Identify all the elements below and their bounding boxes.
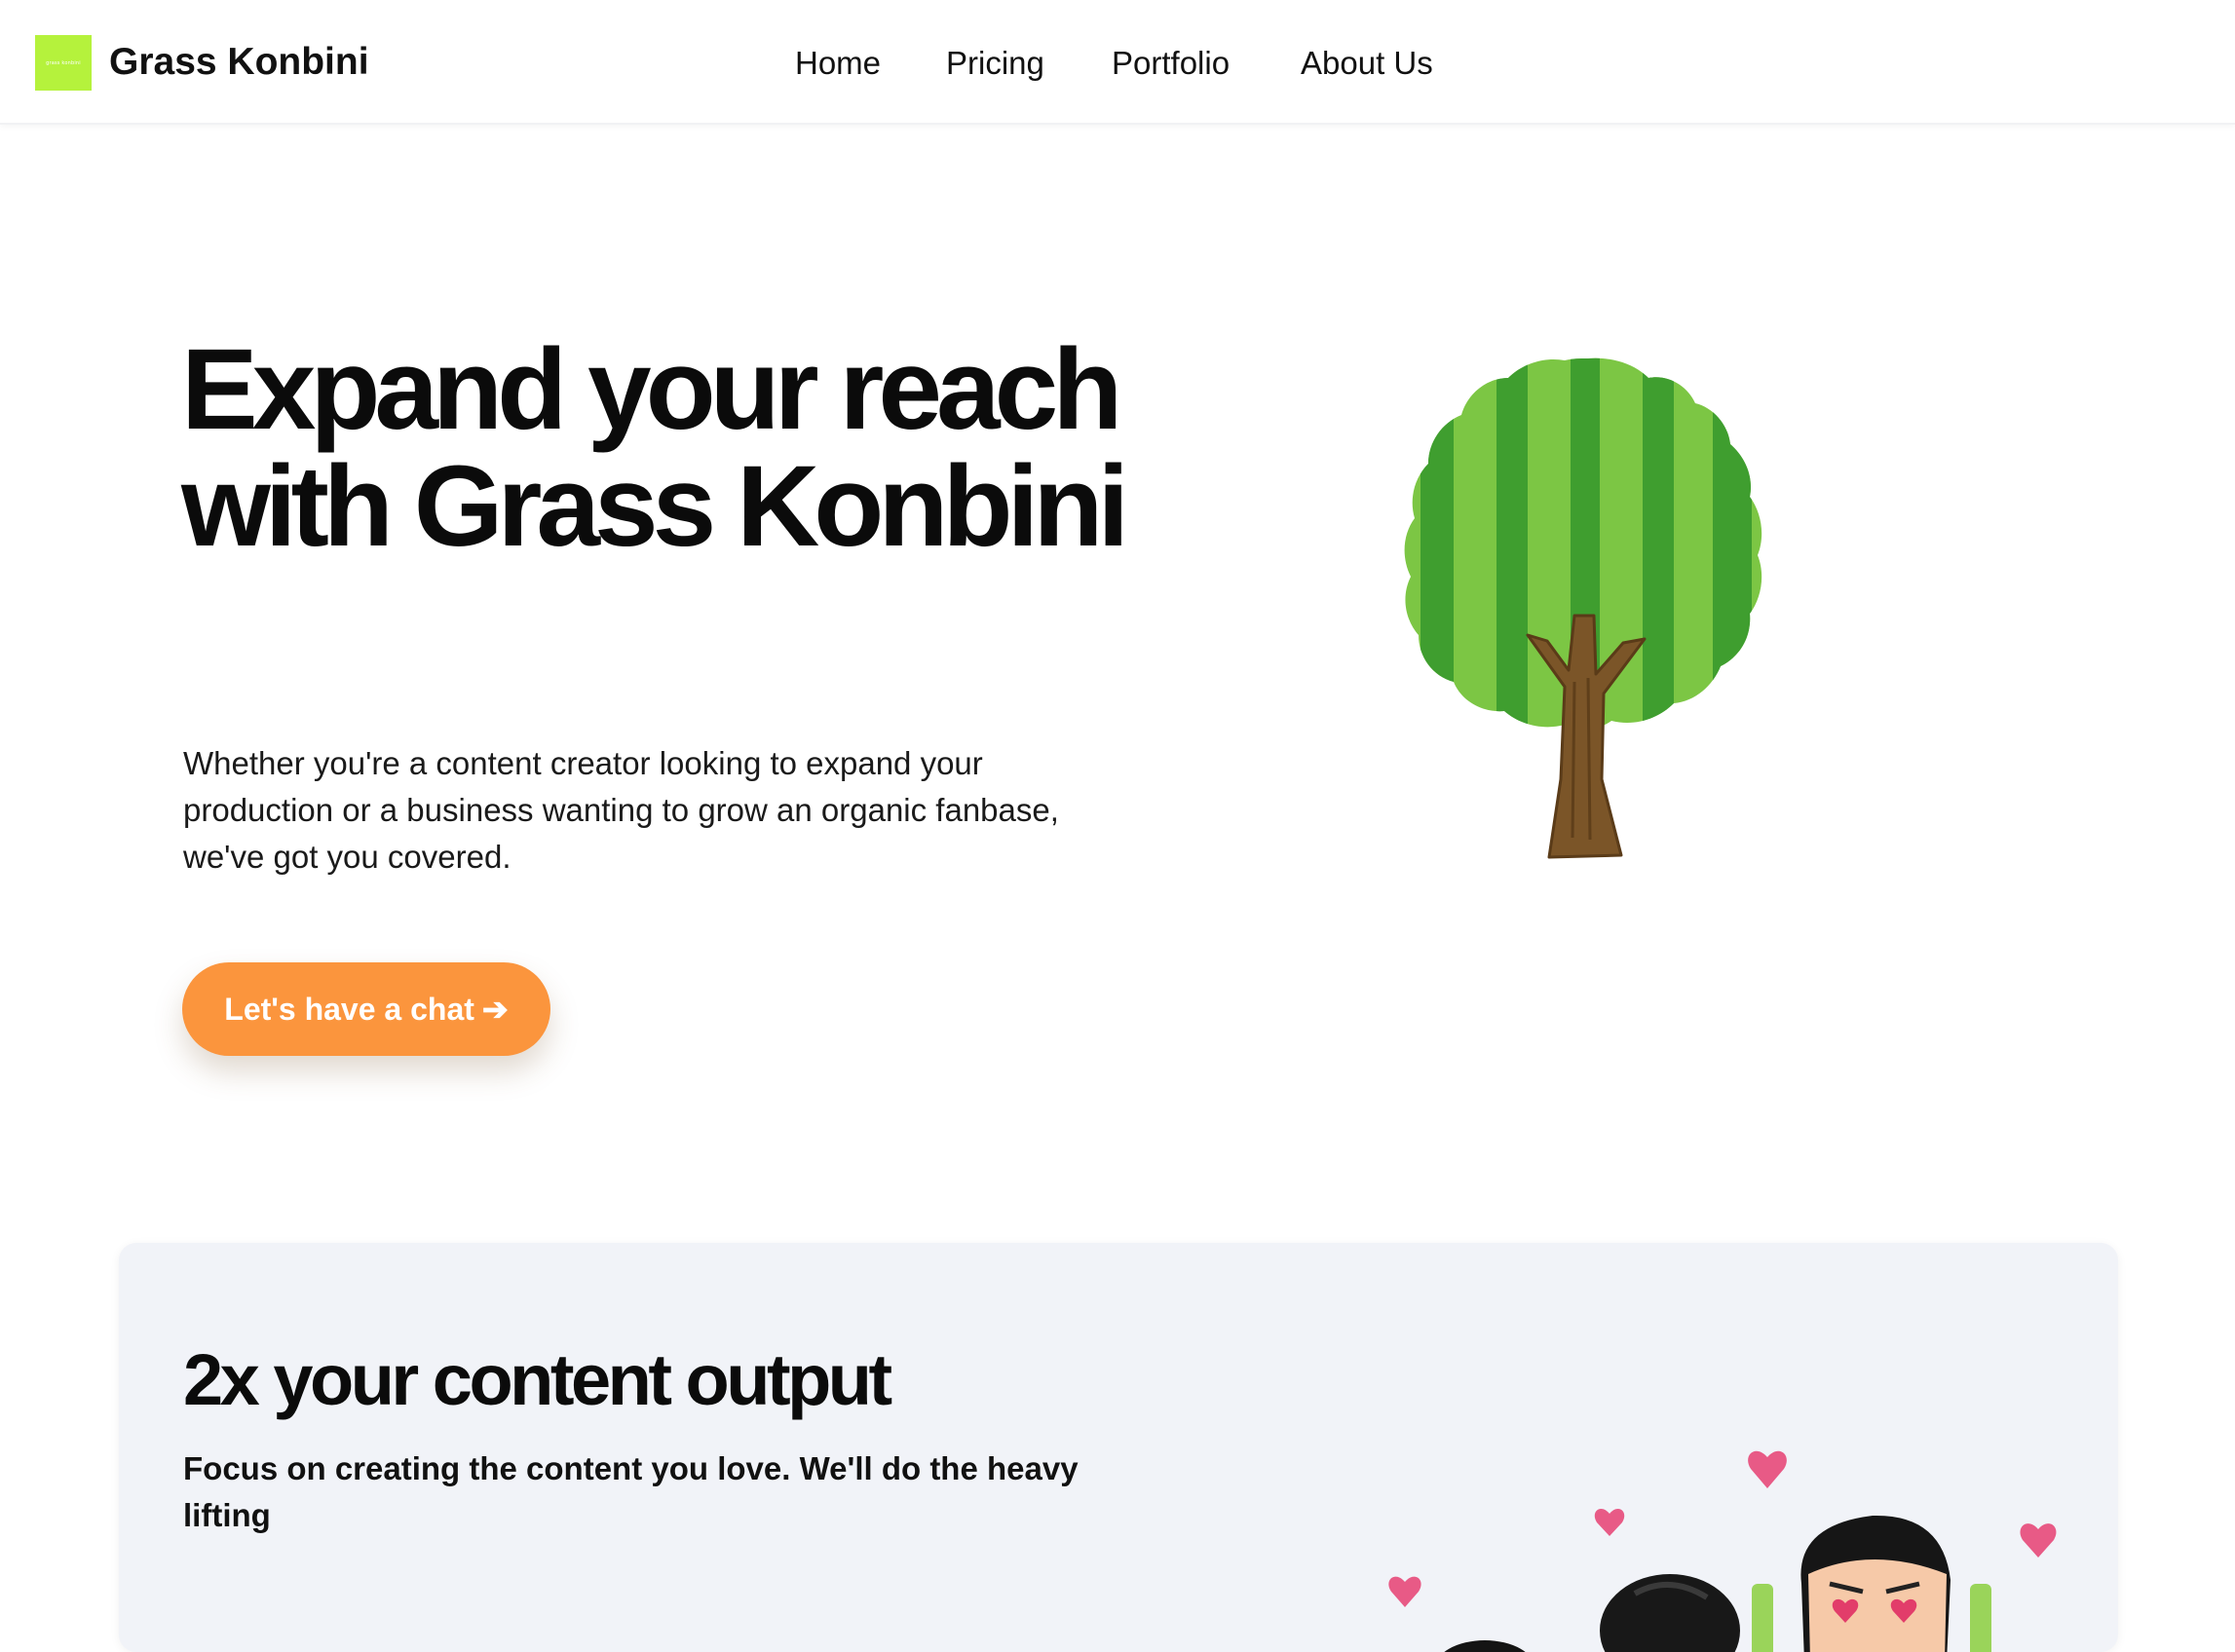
heart-icon [2020,1523,2057,1558]
logo[interactable]: grass konbini [35,35,92,91]
feature-subtitle: Focus on creating the content you love. … [183,1450,1079,1533]
excited-people-with-hearts-illustration [1388,1450,2057,1652]
heart-icon [1594,1508,1625,1536]
brand-name[interactable]: Grass Konbini [109,36,369,89]
tree-illustration [1404,357,1762,859]
lets-have-a-chat-button[interactable]: Let's have a chat ➔ [182,962,550,1056]
hero-subtitle: Whether you're a content creator looking… [183,745,1059,875]
heart-icon [1748,1450,1787,1488]
hero-title: Expand your reach with Grass Konbini [181,325,1129,571]
nav-item-portfolio[interactable]: Portfolio [1112,39,1230,88]
nav-item-pricing[interactable]: Pricing [946,39,1044,88]
feature-title: 2x your content output [183,1339,892,1420]
heart-icon [1388,1576,1421,1607]
logo-text: grass konbini [46,59,81,66]
site-header: grass konbini Grass Konbini Home Pricing… [0,0,2235,125]
nav-item-about-us[interactable]: About Us [1301,39,1433,88]
arrow-right-icon: ➔ [481,992,509,1027]
feature-card: 2x your content output Focus on creating… [119,1243,2118,1652]
cta-label: Let's have a chat [224,991,474,1027]
nav-item-home[interactable]: Home [795,39,881,88]
